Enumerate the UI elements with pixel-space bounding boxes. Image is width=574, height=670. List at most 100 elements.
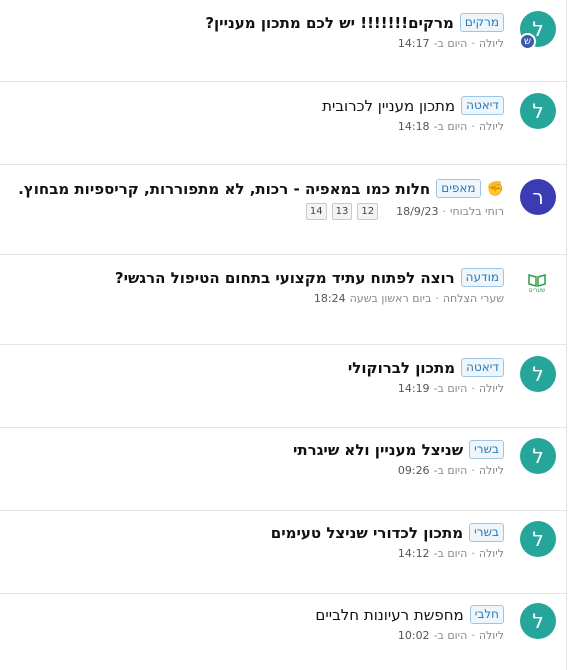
topic-meta: ליולה · היום ב- 10:02 [8,629,504,642]
topic-title[interactable]: חלות כמו במאפיה - רכות, לא מתפוררות, קרי… [18,180,430,198]
meta-separator: · [442,205,447,218]
post-time: 10:02 [397,629,430,642]
topic-content: מודעה רוצה לפתוח עתיד מקצועי בתחום הטיפו… [8,268,504,305]
topic-content: דיאטה מתכון מעניין לכרובית ליולה · היום … [8,96,504,133]
avatar-letter: ל [532,99,544,123]
author-name[interactable]: ליולה [479,120,504,133]
topic-row-soups[interactable]: ל ש מרקים מרקים!!!!!!! יש לכם מתכון מעני… [0,0,566,82]
topic-row-cauliflower[interactable]: ל דיאטה מתכון מעניין לכרובית ליולה · היו… [0,82,566,165]
author-name[interactable]: שערי הצלחה [443,292,504,305]
meta-separator: · [471,464,475,477]
time-prefix: היום ב- [433,464,468,477]
avatar[interactable]: ל [520,438,556,474]
time-prefix: היום ב- [433,547,468,560]
avatar-letter: ל [532,609,544,633]
topic-content: מרקים מרקים!!!!!!! יש לכם מתכון מעניין? … [8,13,504,50]
avatar[interactable]: ל [520,603,556,639]
avatar-letter: ל [532,444,544,468]
post-time: 14:12 [397,547,430,560]
topic-title[interactable]: מתכון לכדורי שניצל טעימים [271,524,463,542]
category-badge[interactable]: חלבי [469,605,504,624]
page-link[interactable]: 12 [357,203,379,220]
category-badge[interactable]: דיאטה [461,96,504,115]
forum-topic-list-frame: ל ש מרקים מרקים!!!!!!! יש לכם מתכון מעני… [0,0,574,670]
meta-separator: · [471,37,475,50]
topic-meta: ליולה · היום ב- 14:18 [8,120,504,133]
book-icon [528,273,546,287]
topic-content: ✊ מאפים חלות כמו במאפיה - רכות, לא מתפור… [8,179,504,220]
topic-row-broccoli[interactable]: ל דיאטה מתכון לברוקולי ליולה · היום ב- 1… [0,345,566,428]
topic-title-line: דיאטה מתכון לברוקולי [8,358,504,377]
time-prefix: היום ב- [433,37,468,50]
page-link[interactable]: 13 [331,203,353,220]
topic-title-line: בשרי מתכון לכדורי שניצל טעימים [8,523,504,542]
time-prefix: ביום ראשון בשעה [349,292,432,305]
category-badge[interactable]: דיאטה [461,358,504,377]
topic-title[interactable]: מתכון מעניין לכרובית [322,97,455,115]
topic-row-challah[interactable]: ר ✊ מאפים חלות כמו במאפיה - רכות, לא מתפ… [0,165,566,255]
author-name[interactable]: ליולה [479,464,504,477]
category-badge[interactable]: בשרי [469,523,504,542]
category-badge[interactable]: מודעה [460,268,504,287]
topic-row-schnitzel[interactable]: ל בשרי שניצל מעניין ולא שיגרתי ליולה · ה… [0,428,566,511]
avatar-letter: ל [532,362,544,386]
meta-separator: · [471,547,475,560]
time-prefix: היום ב- [433,382,468,395]
category-badge[interactable]: מאפים [436,179,481,198]
topic-title-line: ✊ מאפים חלות כמו במאפיה - רכות, לא מתפור… [8,179,504,198]
post-time: 14:17 [397,37,430,50]
topic-title[interactable]: רוצה לפתוח עתיד מקצועי בתחום הטיפול הרגש… [115,269,455,287]
topic-title[interactable]: מתכון לברוקולי [348,359,455,377]
avatar[interactable]: ל [520,93,556,129]
author-name[interactable]: ליולה [479,547,504,560]
list-border [566,0,567,670]
topic-meta: ליולה · היום ב- 14:19 [8,382,504,395]
meta-separator: · [471,120,475,133]
author-name[interactable]: ליולה [479,37,504,50]
meta-separator: · [471,382,475,395]
avatar-letter: ל [532,527,544,551]
topic-meta: רוחי בלבוחי · 18/9/23 12 13 14 [8,203,504,220]
post-time: 14:19 [397,382,430,395]
meta-separator: · [471,629,475,642]
topic-title[interactable]: מחפשת רעיונות חלביים [315,606,463,624]
avatar[interactable]: ר [520,179,556,215]
topic-title-line: דיאטה מתכון מעניין לכרובית [8,96,504,115]
author-name[interactable]: ליולה [479,629,504,642]
avatar[interactable]: ל [520,521,556,557]
topic-title[interactable]: שניצל מעניין ולא שיגרתי [293,441,463,459]
topic-meta: ליולה · היום ב- 09:26 [8,464,504,477]
time-prefix: היום ב- [433,629,468,642]
raised-fist-icon: ✊ [486,180,504,197]
advertiser-logo[interactable]: שערים [522,268,552,298]
page-link[interactable]: 14 [305,203,327,220]
post-date: 18/9/23 [396,205,439,218]
last-poster-avatar[interactable]: ש [519,33,536,50]
topic-title-line: מרקים מרקים!!!!!!! יש לכם מתכון מעניין? [8,13,504,32]
avatar-letter: ר [532,185,544,209]
topic-meta: ליולה · היום ב- 14:17 [8,37,504,50]
logo-text: שערים [528,286,546,294]
topic-title-line: בשרי שניצל מעניין ולא שיגרתי [8,440,504,459]
category-badge[interactable]: מרקים [459,13,504,32]
topic-row-ad[interactable]: שערים מודעה רוצה לפתוח עתיד מקצועי בתחום… [0,255,566,345]
author-name[interactable]: ליולה [479,382,504,395]
post-time: 14:18 [397,120,430,133]
forum-topic-list: ל ש מרקים מרקים!!!!!!! יש לכם מתכון מעני… [0,0,566,670]
topic-content: חלבי מחפשת רעיונות חלביים ליולה · היום ב… [8,605,504,642]
topic-title[interactable]: מרקים!!!!!!! יש לכם מתכון מעניין? [205,14,454,32]
topic-row-schnitzel-balls[interactable]: ל בשרי מתכון לכדורי שניצל טעימים ליולה ·… [0,511,566,594]
post-time: 09:26 [397,464,430,477]
meta-separator: · [435,292,439,305]
topic-content: בשרי מתכון לכדורי שניצל טעימים ליולה · ה… [8,523,504,560]
avatar[interactable]: ל [520,356,556,392]
author-name[interactable]: רוחי בלבוחי [450,205,504,218]
topic-meta: שערי הצלחה · ביום ראשון בשעה 18:24 [8,292,504,305]
topic-title-line: חלבי מחפשת רעיונות חלביים [8,605,504,624]
topic-pagination: 12 13 14 [305,203,379,220]
time-prefix: היום ב- [433,120,468,133]
topic-row-dairy[interactable]: ל חלבי מחפשת רעיונות חלביים ליולה · היום… [0,594,566,670]
topic-meta: ליולה · היום ב- 14:12 [8,547,504,560]
category-badge[interactable]: בשרי [469,440,504,459]
last-poster-letter: ש [523,36,532,47]
